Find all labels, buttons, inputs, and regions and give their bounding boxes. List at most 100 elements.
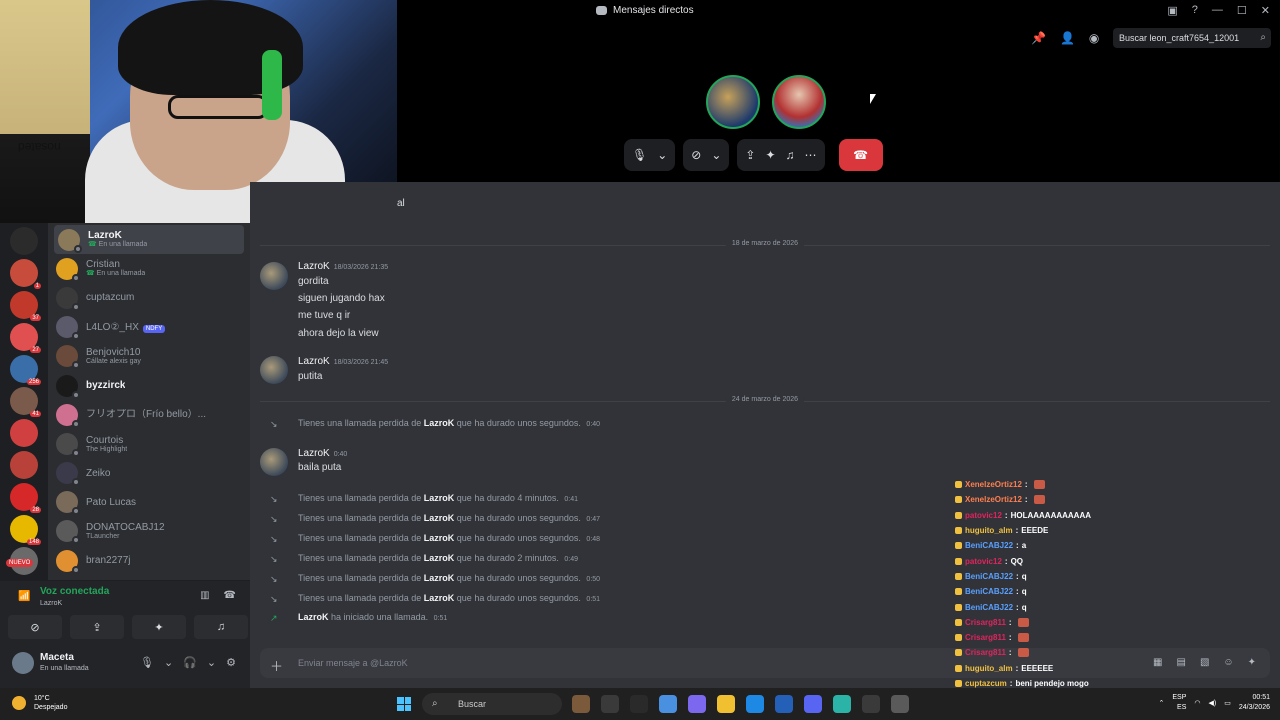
weather-widget[interactable]: 10°C Despejado	[12, 694, 67, 712]
taskbar-app-icon[interactable]	[630, 695, 648, 713]
dm-item[interactable]: Pato Lucas	[48, 488, 250, 517]
taskbar-app-icon[interactable]	[601, 695, 619, 713]
dm-item[interactable]: DONATOCABJ12 TLauncher	[48, 517, 250, 546]
lang-code[interactable]: ESP	[1172, 693, 1186, 703]
author-name[interactable]: LazroK	[298, 261, 330, 272]
microphone-icon[interactable]: 🎙	[632, 148, 647, 162]
attach-icon[interactable]: ＋	[270, 656, 283, 675]
server-icon[interactable]: 27	[10, 323, 41, 353]
message-avatar[interactable]	[260, 448, 288, 476]
caller-name[interactable]: LazroK	[298, 612, 329, 622]
message-author[interactable]: LazroK 0:40	[298, 448, 347, 459]
dm-item[interactable]: Benjovich10 Cállate alexis gay	[48, 342, 250, 371]
more-options-icon[interactable]: ⋯	[805, 148, 817, 162]
server-icon[interactable]: 28	[10, 483, 41, 513]
activities-button[interactable]: ✦	[132, 615, 186, 639]
dm-item[interactable]: Cristian ☎ En una llamada	[48, 254, 250, 283]
lang-region[interactable]: ES	[1172, 703, 1186, 713]
mic-control[interactable]: 🎙 ⌄	[624, 139, 676, 171]
caller-name[interactable]: LazroK	[424, 553, 455, 563]
taskbar-app-icon[interactable]	[659, 695, 677, 713]
clock[interactable]: 00:51 24/3/2026	[1239, 693, 1270, 713]
caller-name[interactable]: LazroK	[424, 593, 455, 603]
user-name[interactable]: Maceta	[40, 652, 74, 663]
dm-item[interactable]: L4LO②_HX NDFY	[48, 313, 250, 342]
server-icon[interactable]: 148	[10, 515, 41, 545]
message-avatar[interactable]	[260, 262, 288, 290]
server-icon[interactable]: 37	[10, 291, 41, 321]
dm-item[interactable]: Zeiko	[48, 459, 250, 488]
soundboard-button[interactable]: ♫	[194, 615, 248, 639]
chevron-down-icon[interactable]: ⌄	[657, 148, 667, 162]
participant-avatar[interactable]	[772, 75, 826, 129]
server-icon[interactable]: 1	[10, 259, 41, 289]
taskbar-app-icon[interactable]	[572, 695, 590, 713]
taskbar-app-icon[interactable]	[833, 695, 851, 713]
chevron-down-icon[interactable]: ⌄	[711, 148, 721, 162]
caller-name[interactable]: LazroK	[424, 513, 455, 523]
dm-item[interactable]: cuptazcum	[48, 283, 250, 312]
author-name[interactable]: LazroK	[298, 356, 330, 367]
taskbar-app-icon[interactable]	[775, 695, 793, 713]
noise-suppression-icon[interactable]: ▥	[200, 590, 209, 601]
close-button[interactable]: ✕	[1261, 4, 1270, 17]
caller-name[interactable]: LazroK	[424, 533, 455, 543]
profile-icon[interactable]: ◉	[1089, 31, 1099, 45]
end-call-button[interactable]: ☎	[838, 139, 883, 171]
dm-item[interactable]: LazroK ☎ En una llamada	[54, 225, 244, 255]
soundboard-icon[interactable]: ♫	[786, 148, 795, 162]
inbox-icon[interactable]: ▣	[1167, 4, 1177, 17]
server-icon[interactable]: 256	[10, 355, 41, 385]
taskbar-app-icon[interactable]	[862, 695, 880, 713]
taskbar-search[interactable]: ⌕ Buscar	[422, 693, 562, 715]
wifi-icon[interactable]: ◠	[1194, 699, 1200, 707]
headphones-icon[interactable]: 🎧	[183, 656, 197, 669]
taskbar-app-icon[interactable]	[804, 695, 822, 713]
volume-icon[interactable]: ◀)	[1209, 699, 1217, 707]
message-avatar[interactable]	[260, 356, 288, 384]
screen-share-icon[interactable]: ⇪	[745, 148, 755, 162]
minimize-button[interactable]: —	[1212, 4, 1223, 17]
screen-share-button[interactable]: ⇪	[70, 615, 124, 639]
participant-avatar[interactable]	[706, 75, 760, 129]
chevron-down-icon[interactable]: ⌄	[164, 656, 173, 669]
stream-chat-overlay: XenelzeOrtiz12: XenelzeOrtiz12: patovic12:…	[955, 477, 1280, 707]
server-icon[interactable]	[10, 419, 38, 447]
server-icon[interactable]	[10, 451, 38, 479]
chevron-down-icon[interactable]: ⌄	[207, 656, 216, 669]
disconnect-icon[interactable]: ☎	[224, 590, 236, 601]
server-icon[interactable]	[10, 227, 38, 255]
caller-name[interactable]: LazroK	[424, 418, 455, 428]
dm-item[interactable]: bran2277j	[48, 546, 250, 575]
dm-item[interactable]: フリオプロ（Frío bello）...	[48, 400, 250, 429]
voice-channel[interactable]: LazroK	[40, 600, 62, 607]
microphone-icon[interactable]: 🎙	[140, 656, 154, 669]
user-avatar[interactable]	[12, 652, 34, 674]
gear-icon[interactable]: ⚙	[226, 656, 236, 669]
message-author[interactable]: LazroK 18/03/2026 21:45	[298, 356, 388, 367]
start-button[interactable]	[397, 697, 411, 711]
dm-item[interactable]: Courtois The Highlight	[48, 429, 250, 458]
maximize-button[interactable]: ☐	[1237, 4, 1247, 17]
battery-icon[interactable]: ▭	[1224, 699, 1231, 707]
pin-icon[interactable]: 📌	[1031, 31, 1046, 45]
server-icon[interactable]: 41	[10, 387, 41, 417]
caller-name[interactable]: LazroK	[424, 493, 455, 503]
activities-icon[interactable]: ✦	[765, 148, 775, 162]
taskbar-app-icon[interactable]	[891, 695, 909, 713]
add-friend-icon[interactable]: 👤	[1060, 31, 1075, 45]
camera-off-icon[interactable]: ⊘	[691, 148, 701, 162]
search-input[interactable]: Buscar leon_craft7654_12001 ⌕	[1113, 28, 1271, 48]
camera-button[interactable]: ⊘	[8, 615, 62, 639]
author-name[interactable]: LazroK	[298, 448, 330, 459]
message-author[interactable]: LazroK 18/03/2026 21:35	[298, 261, 388, 272]
taskbar-app-icon[interactable]	[746, 695, 764, 713]
taskbar-app-icon[interactable]	[688, 695, 706, 713]
dm-item[interactable]: byzzirck	[48, 371, 250, 400]
caller-name[interactable]: LazroK	[424, 573, 455, 583]
taskbar-app-icon[interactable]	[717, 695, 735, 713]
help-icon[interactable]: ?	[1192, 4, 1198, 17]
camera-control[interactable]: ⊘ ⌄	[683, 139, 730, 171]
chevron-up-icon[interactable]: ⌃	[1159, 699, 1165, 707]
signal-icon[interactable]: 📶	[18, 591, 30, 602]
